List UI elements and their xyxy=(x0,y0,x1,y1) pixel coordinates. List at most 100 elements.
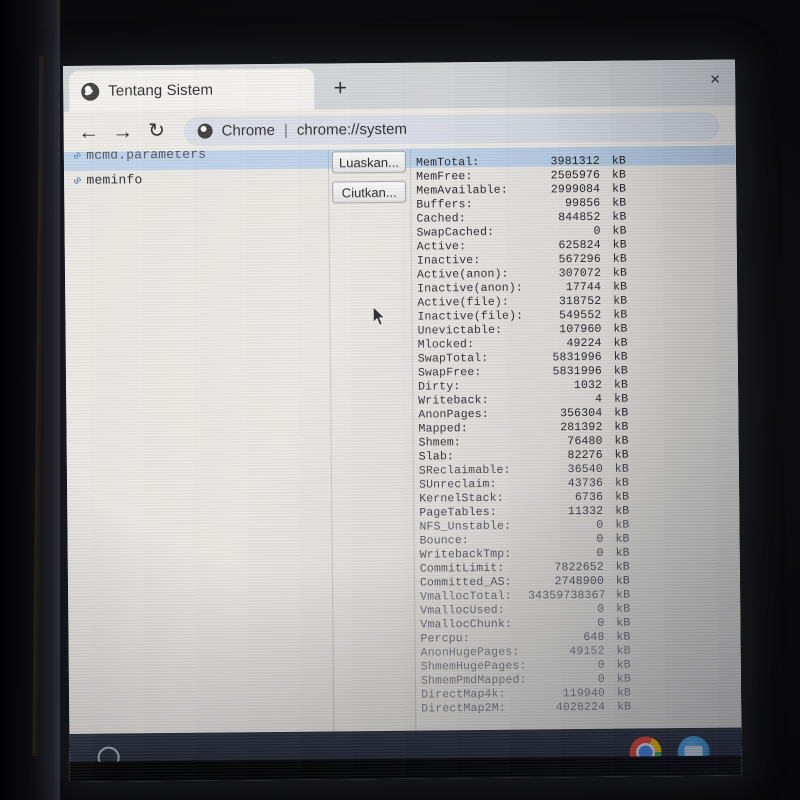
meminfo-key: MemTotal: xyxy=(415,156,480,170)
meminfo-unit: kB xyxy=(612,196,627,210)
address-bar[interactable]: Chrome | chrome://system xyxy=(183,111,720,146)
meminfo-value: 549552 xyxy=(559,308,602,323)
meminfo-unit: kB xyxy=(615,574,631,588)
meminfo-value: 2999084 xyxy=(550,182,601,197)
page-info-icon[interactable] xyxy=(197,123,213,139)
meminfo-unit: kB xyxy=(612,210,627,224)
meminfo-unit: kB xyxy=(616,602,631,616)
meminfo-value: 0 xyxy=(596,546,604,560)
meminfo-key: SUnreclaim: xyxy=(418,477,497,492)
meminfo-value: 567296 xyxy=(558,252,601,267)
meminfo-key: VmallocTotal: xyxy=(420,589,512,604)
collapse-button[interactable]: Ciutkan... xyxy=(332,180,407,204)
meminfo-unit: kB xyxy=(616,686,632,700)
meminfo-unit: kB xyxy=(612,182,627,196)
meminfo-value: 0 xyxy=(597,672,605,686)
system-page-content: ∞ mcmd.parameters ∞ meminfo Luaskan... Ciutk… xyxy=(63,145,742,762)
close-icon[interactable]: × xyxy=(707,70,723,89)
meminfo-key: DirectMap4k: xyxy=(420,687,506,702)
meminfo-key: VmallocUsed: xyxy=(420,603,505,618)
meminfo-unit: kB xyxy=(616,630,631,644)
meminfo-output: MemTotal: 3981312 kB MemFree: 2505976 kB MemAv… xyxy=(416,155,636,717)
meminfo-key: SwapTotal: xyxy=(417,351,489,366)
meminfo-key: Writeback: xyxy=(418,393,489,408)
meminfo-value: 4 xyxy=(595,392,603,406)
meminfo-value: 0 xyxy=(596,532,604,546)
expand-button[interactable]: Luaskan... xyxy=(331,150,407,174)
laptop-bezel-left xyxy=(0,0,60,800)
mouse-cursor xyxy=(373,306,386,326)
meminfo-value: 318752 xyxy=(558,294,602,309)
meminfo-key: ShmemHugePages: xyxy=(420,659,527,674)
meminfo-unit: kB xyxy=(616,672,631,686)
back-icon[interactable]: ← xyxy=(71,115,105,149)
meminfo-unit: kB xyxy=(613,322,628,336)
meminfo-unit: kB xyxy=(614,490,630,504)
meminfo-value: 0 xyxy=(596,518,604,532)
new-tab-icon[interactable]: + xyxy=(325,73,355,103)
meminfo-unit: kB xyxy=(614,434,629,448)
meminfo-value: 49224 xyxy=(566,336,602,351)
meminfo-unit: kB xyxy=(611,168,627,182)
meminfo-unit: kB xyxy=(615,518,630,532)
meminfo-key: Unevictable: xyxy=(417,323,503,338)
meminfo-unit: kB xyxy=(614,392,629,406)
reload-icon[interactable]: ↻ xyxy=(139,114,173,148)
meminfo-unit: kB xyxy=(612,238,627,252)
meminfo-unit: kB xyxy=(611,154,627,168)
meminfo-value: 5831996 xyxy=(552,350,602,365)
tab-tentang-sistem[interactable]: Tentang Sistem xyxy=(69,68,315,112)
meminfo-unit: kB xyxy=(613,308,628,322)
meminfo-value: 307072 xyxy=(558,266,602,281)
meminfo-value: 34359738367 xyxy=(528,588,606,603)
meminfo-unit: kB xyxy=(615,532,630,546)
meminfo-key: VmallocChunk: xyxy=(420,617,513,632)
omnibox-chip: Chrome xyxy=(221,121,276,139)
system-log-link[interactable]: ∞ meminfo xyxy=(70,168,324,189)
meminfo-unit: kB xyxy=(613,364,629,378)
meminfo-key: MemAvailable: xyxy=(416,183,508,198)
meminfo-value: 43736 xyxy=(567,476,604,491)
meminfo-value: 49152 xyxy=(569,644,605,659)
forward-icon[interactable]: → xyxy=(105,114,139,148)
meminfo-value: 2505976 xyxy=(550,168,601,183)
meminfo-key: PageTables: xyxy=(419,505,497,520)
meminfo-unit: kB xyxy=(616,616,631,630)
meminfo-key: Slab: xyxy=(418,450,455,464)
meminfo-unit: kB xyxy=(613,294,628,308)
meminfo-key: NFS_Unstable: xyxy=(419,519,512,534)
meminfo-key: Active(file): xyxy=(417,295,510,310)
laptop-screen: Tentang Sistem × + ← → ↻ Chrome | chrome… xyxy=(63,59,742,782)
meminfo-value: 0 xyxy=(597,616,605,630)
meminfo-value: 99856 xyxy=(565,196,601,211)
meminfo-key: ShmemPmdMapped: xyxy=(420,673,527,688)
meminfo-key: Cached: xyxy=(416,212,466,226)
meminfo-unit: kB xyxy=(614,462,629,476)
meminfo-value: 11332 xyxy=(567,504,604,519)
column-divider-1 xyxy=(327,149,335,760)
meminfo-unit: kB xyxy=(613,336,628,350)
meminfo-key: SwapCached: xyxy=(416,225,495,240)
meminfo-unit: kB xyxy=(614,476,630,490)
meminfo-unit: kB xyxy=(615,546,630,560)
meminfo-key: SReclaimable: xyxy=(418,463,511,478)
system-log-links: ∞ mcmd.parameters ∞ meminfo xyxy=(70,147,324,190)
column-divider-2 xyxy=(409,148,417,759)
meminfo-unit: kB xyxy=(614,420,629,434)
meminfo-key: CommitLimit: xyxy=(419,561,505,576)
meminfo-unit: kB xyxy=(614,406,629,420)
meminfo-value: 2748900 xyxy=(554,574,605,589)
meminfo-key: WritebackTmp: xyxy=(419,547,512,562)
meminfo-unit: kB xyxy=(615,588,631,602)
meminfo-key: Inactive(anon): xyxy=(417,281,523,296)
meminfo-value: 356304 xyxy=(559,406,603,421)
meminfo-key: Active(anon): xyxy=(416,267,509,282)
meminfo-unit: kB xyxy=(613,378,629,392)
link-icon: ∞ xyxy=(70,172,86,189)
meminfo-value: 82276 xyxy=(567,448,603,463)
meminfo-key: Committed_AS: xyxy=(419,575,512,590)
meminfo-value: 1032 xyxy=(573,378,603,393)
meminfo-value: 3981312 xyxy=(550,154,601,169)
meminfo-value: 7822652 xyxy=(554,560,604,575)
meminfo-key: Percpu: xyxy=(420,632,470,646)
